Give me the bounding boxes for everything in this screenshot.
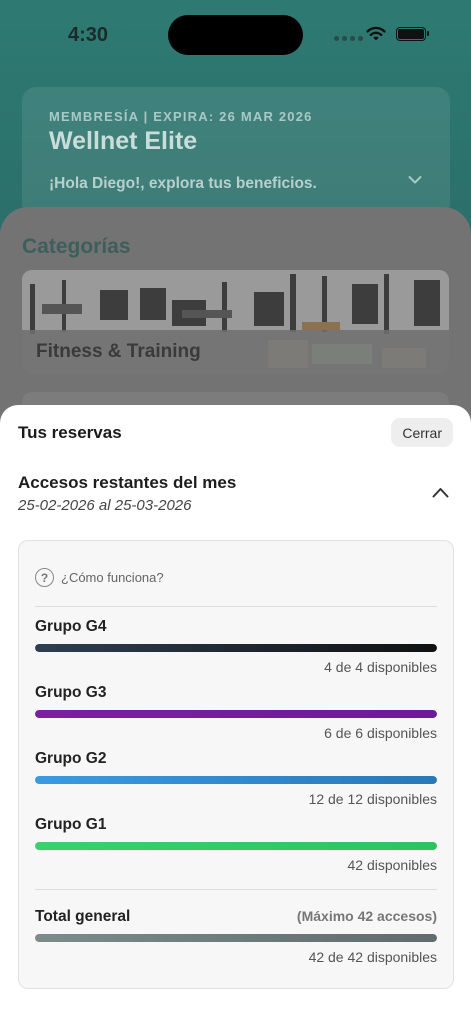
total-max-label: (Máximo 42 accesos) — [296, 908, 437, 924]
group-availability: 12 de 12 disponibles — [308, 791, 437, 807]
group-progress-bar — [35, 644, 437, 652]
chevron-up-icon[interactable] — [432, 487, 449, 498]
group-progress-bar — [35, 842, 437, 850]
total-progress-bar — [35, 934, 437, 942]
close-button[interactable]: Cerrar — [391, 418, 453, 447]
sheet-title: Tus reservas — [18, 423, 122, 442]
chevron-down-icon[interactable] — [408, 175, 422, 185]
reservations-sheet: Tus reservas Cerrar Accesos restantes de… — [0, 405, 471, 1024]
group-progress-bar — [35, 776, 437, 784]
category-label: Fitness & Training — [36, 341, 201, 362]
membership-expiry: MEMBRESÍA | EXPIRA: 26 MAR 2026 — [49, 109, 313, 124]
status-bar: 4:30 — [0, 0, 471, 70]
battery-icon — [396, 27, 429, 41]
access-groups-card: ? ¿Cómo funciona? Grupo G4 4 de 4 dispon… — [18, 540, 454, 989]
how-it-works-label: ¿Cómo funciona? — [61, 570, 164, 585]
category-card-fitness[interactable]: Fitness & Training — [22, 270, 449, 374]
group-name: Grupo G2 — [35, 750, 107, 767]
group-row-g2: Grupo G2 12 de 12 disponibles — [35, 750, 437, 807]
group-availability: 42 disponibles — [347, 857, 437, 873]
group-progress-fill — [35, 710, 437, 718]
total-progress-fill — [35, 934, 437, 942]
help-icon: ? — [35, 568, 54, 587]
divider — [35, 606, 437, 607]
dynamic-island — [168, 15, 303, 55]
group-name: Grupo G1 — [35, 816, 107, 833]
divider — [35, 889, 437, 890]
group-row-g1: Grupo G1 42 disponibles — [35, 816, 437, 873]
membership-greeting: ¡Hola Diego!, explora tus beneficios. — [49, 175, 317, 192]
access-date-range: 25-02-2026 al 25-03-2026 — [18, 497, 192, 514]
cellular-signal-icon — [334, 36, 363, 41]
group-progress-fill — [35, 644, 437, 652]
membership-card[interactable]: MEMBRESÍA | EXPIRA: 26 MAR 2026 Wellnet … — [22, 87, 450, 217]
group-row-g4: Grupo G4 4 de 4 disponibles — [35, 618, 437, 675]
group-name: Grupo G4 — [35, 618, 107, 635]
group-progress-fill — [35, 842, 437, 850]
categories-title: Categorías — [22, 235, 131, 258]
group-row-g3: Grupo G3 6 de 6 disponibles — [35, 684, 437, 741]
total-row: Total general (Máximo 42 accesos) 42 de … — [35, 908, 437, 965]
how-it-works-link[interactable]: ? ¿Cómo funciona? — [35, 568, 164, 587]
group-availability: 4 de 4 disponibles — [324, 659, 437, 675]
wifi-icon — [366, 26, 386, 41]
access-title: Accesos restantes del mes — [18, 473, 237, 492]
total-availability: 42 de 42 disponibles — [308, 949, 437, 965]
membership-plan: Wellnet Elite — [49, 127, 198, 155]
total-label: Total general — [35, 908, 131, 925]
group-name: Grupo G3 — [35, 684, 107, 701]
group-progress-fill — [35, 776, 437, 784]
group-progress-bar — [35, 710, 437, 718]
status-time: 4:30 — [68, 24, 109, 46]
group-availability: 6 de 6 disponibles — [324, 725, 437, 741]
